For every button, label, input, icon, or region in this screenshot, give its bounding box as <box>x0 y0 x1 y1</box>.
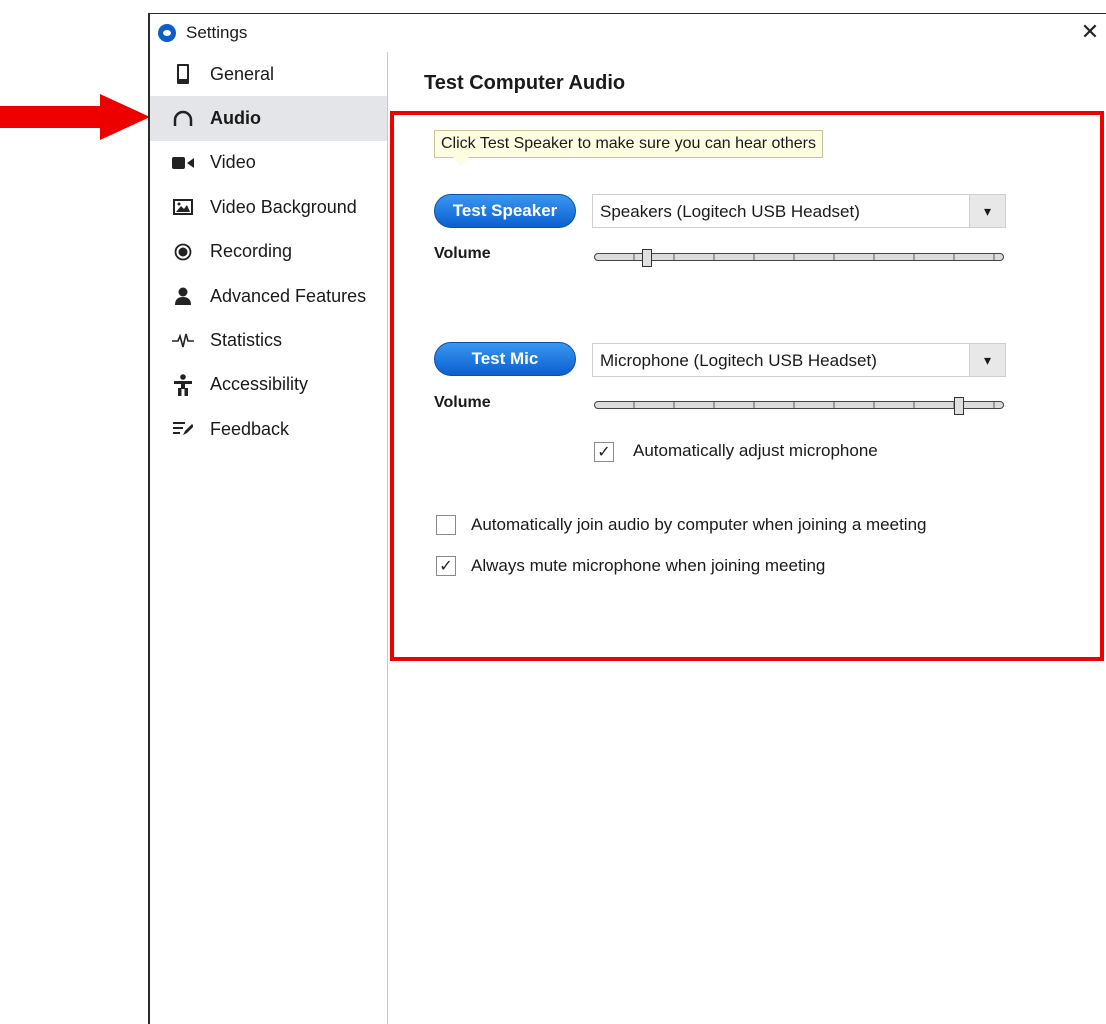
sidebar-item-statistics[interactable]: Statistics <box>150 318 387 362</box>
sidebar-item-video-background[interactable]: Video Background <box>150 185 387 229</box>
audio-settings-panel: Test Computer Audio Click Test Speaker t… <box>388 52 1106 1024</box>
page-title: Test Computer Audio <box>424 72 626 94</box>
speaker-volume-label: Volume <box>434 245 491 262</box>
settings-sidebar: General Audio Video Video Background Rec… <box>150 52 388 1024</box>
sidebar-item-label: Statistics <box>210 330 283 351</box>
close-icon[interactable]: ✕ <box>1076 18 1104 46</box>
auto-join-audio-checkbox[interactable] <box>436 515 456 535</box>
video-camera-icon <box>172 152 194 174</box>
chevron-down-icon[interactable]: ▾ <box>969 344 1005 376</box>
auto-join-audio-label: Automatically join audio by computer whe… <box>471 515 927 534</box>
test-mic-button[interactable]: Test Mic <box>434 342 576 376</box>
auto-adjust-mic-checkbox[interactable]: ✓ <box>594 442 614 462</box>
record-icon <box>172 241 194 263</box>
mic-volume-slider[interactable] <box>594 397 1004 415</box>
chevron-down-icon[interactable]: ▾ <box>969 195 1005 227</box>
sidebar-item-label: Video Background <box>210 196 357 217</box>
sidebar-item-video[interactable]: Video <box>150 141 387 185</box>
pulse-icon <box>172 330 194 352</box>
auto-adjust-mic-label: Automatically adjust microphone <box>633 441 878 460</box>
phone-icon <box>172 63 194 85</box>
mute-on-join-checkbox[interactable]: ✓ <box>436 556 456 576</box>
mic-volume-label: Volume <box>434 394 491 411</box>
microphone-select[interactable]: Microphone (Logitech USB Headset) ▾ <box>592 343 1006 377</box>
sidebar-item-audio[interactable]: Audio <box>150 96 387 141</box>
slider-track <box>594 253 1004 261</box>
sidebar-item-label: Video <box>210 152 256 173</box>
person-icon <box>172 285 194 307</box>
sidebar-item-recording[interactable]: Recording <box>150 230 387 274</box>
sidebar-item-label: Recording <box>210 241 293 262</box>
speaker-select-value: Speakers (Logitech USB Headset) <box>600 202 860 221</box>
window-title: Settings <box>186 23 248 42</box>
sidebar-item-label: General <box>210 63 275 84</box>
test-speaker-button[interactable]: Test Speaker <box>434 194 576 228</box>
image-icon <box>172 196 194 218</box>
speaker-select[interactable]: Speakers (Logitech USB Headset) ▾ <box>592 194 1006 228</box>
sidebar-item-feedback[interactable]: Feedback <box>150 407 387 451</box>
sidebar-item-accessibility[interactable]: Accessibility <box>150 363 387 407</box>
headphones-icon <box>172 108 194 130</box>
slider-track <box>594 401 1004 409</box>
sidebar-item-label: Accessibility <box>210 374 309 395</box>
sidebar-item-label: Feedback <box>210 418 290 439</box>
speaker-volume-slider[interactable] <box>594 249 1004 267</box>
settings-window: Settings ✕ General Audio Video Video Bac… <box>148 13 1106 1024</box>
mute-on-join-label: Always mute microphone when joining meet… <box>471 556 826 575</box>
feedback-icon <box>172 418 194 440</box>
slider-thumb[interactable] <box>953 397 964 415</box>
sidebar-item-advanced-features[interactable]: Advanced Features <box>150 274 387 318</box>
microphone-select-value: Microphone (Logitech USB Headset) <box>600 351 877 370</box>
slider-thumb[interactable] <box>642 249 653 267</box>
test-speaker-tooltip: Click Test Speaker to make sure you can … <box>434 130 823 167</box>
sidebar-item-general[interactable]: General <box>150 52 387 96</box>
annotation-arrow <box>0 94 150 140</box>
title-bar: Settings ✕ <box>150 14 1106 52</box>
zoom-logo-icon <box>158 24 176 42</box>
sidebar-item-label: Audio <box>210 108 261 129</box>
accessibility-icon <box>172 374 194 396</box>
sidebar-item-label: Advanced Features <box>210 285 367 306</box>
